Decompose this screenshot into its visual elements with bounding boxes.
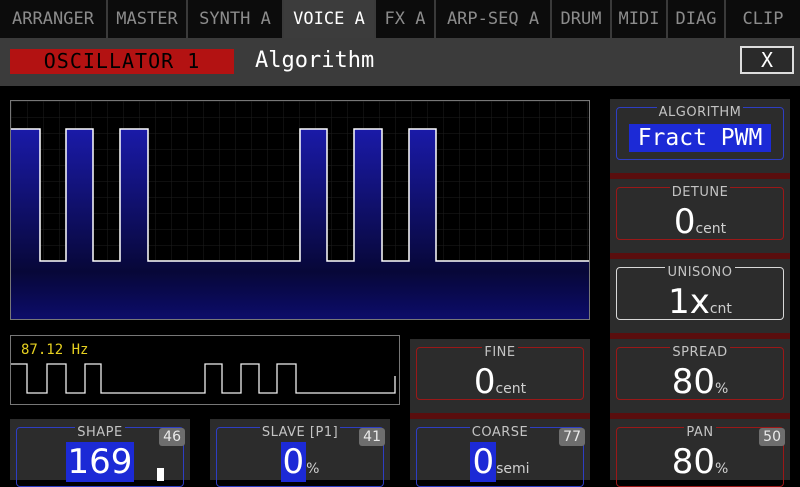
tab-drum[interactable]: DRUM [552,0,612,38]
waveform-graph [11,101,589,319]
tab-voice-a[interactable]: VOICE A [284,0,376,38]
tab-fx-a[interactable]: FX A [376,0,436,38]
close-button[interactable]: X [740,46,794,74]
tab-diag[interactable]: DIAG [668,0,726,38]
coarse-label: COARSE [469,425,531,440]
unisono-param[interactable]: UNISONO 1xcnt [610,259,790,339]
shape-label: SHAPE [75,425,125,440]
coarse-param[interactable]: COARSE 0 semi 77 [410,419,590,487]
slave-frame: SLAVE [P1] 0% 41 [216,425,385,487]
algorithm-value[interactable]: Fract PWM [629,124,771,152]
slave-param[interactable]: SLAVE [P1] 0% 41 [210,419,390,487]
tab-clip[interactable]: CLIP [726,0,800,38]
detune-label: DETUNE [669,185,731,200]
unisono-value: 1xcnt [668,282,732,322]
waveform-display [10,100,590,320]
section-title: OSCILLATOR 1 [10,49,234,74]
tab-bar: ARRANGER MASTER SYNTH A VOICE A FX A ARP… [0,0,800,38]
algorithm-param[interactable]: ALGORITHM Fract PWM [610,99,790,179]
page-header: OSCILLATOR 1 Algorithm X [0,38,800,86]
unisono-label: UNISONO [665,265,735,280]
fine-param[interactable]: FINE 0cent [410,339,590,419]
pan-param[interactable]: PAN 80% 50 [610,419,790,487]
frequency-readout: 87.12 Hz [21,342,89,358]
tab-master[interactable]: MASTER [108,0,188,38]
detune-frame: DETUNE 0cent [616,185,784,240]
coarse-cc-badge: 77 [559,428,585,446]
spread-value: 80% [671,362,729,402]
shape-cc-badge: 46 [159,428,185,446]
fine-value: 0cent [473,362,527,402]
detune-value: 0cent [673,202,727,242]
coarse-value: 0 semi [470,442,530,482]
spread-frame: SPREAD 80% [616,345,784,400]
pan-cc-badge: 50 [759,428,785,446]
slave-cc-badge: 41 [359,428,385,446]
pan-label: PAN [684,425,716,440]
shape-frame: SHAPE 169 46 [16,425,185,487]
algorithm-label: ALGORITHM [656,105,744,120]
coarse-frame: COARSE 0 semi 77 [416,425,585,487]
oscilloscope: 87.12 Hz [10,335,400,405]
spread-label: SPREAD [670,345,730,360]
tab-synth-a[interactable]: SYNTH A [188,0,284,38]
shape-level-indicator [157,468,164,481]
page-title: Algorithm [255,48,375,73]
fine-label: FINE [482,345,518,360]
detune-param[interactable]: DETUNE 0cent [610,179,790,259]
tab-arranger[interactable]: ARRANGER [0,0,108,38]
tab-arp-seq-a[interactable]: ARP-SEQ A [436,0,552,38]
pan-value: 80% [671,442,729,482]
slave-value: 0% [280,442,320,482]
pan-frame: PAN 80% 50 [616,425,785,487]
unisono-frame: UNISONO 1xcnt [616,265,784,320]
fine-frame: FINE 0cent [416,345,584,400]
tab-midi[interactable]: MIDI [612,0,668,38]
shape-param[interactable]: SHAPE 169 46 [10,419,190,487]
algorithm-frame: ALGORITHM Fract PWM [616,105,784,160]
spread-param[interactable]: SPREAD 80% [610,339,790,419]
slave-label: SLAVE [P1] [259,425,341,440]
